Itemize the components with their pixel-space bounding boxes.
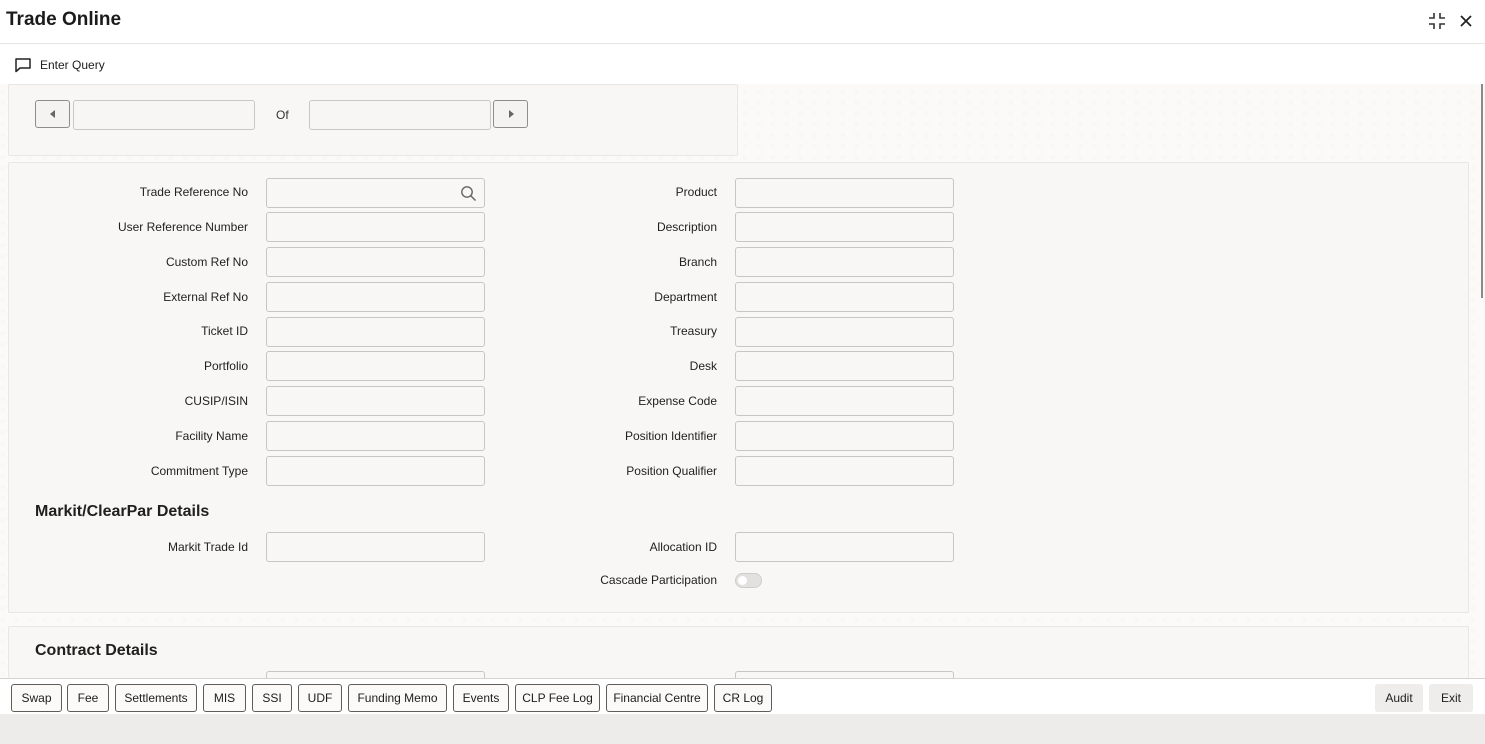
expense-code-label: Expense Code xyxy=(638,394,717,408)
mis-button[interactable]: MIS xyxy=(203,684,246,712)
enter-query-button[interactable]: Enter Query xyxy=(14,55,105,75)
exit-button[interactable]: Exit xyxy=(1429,684,1473,712)
next-record-button[interactable] xyxy=(493,100,528,128)
expense-code-input[interactable] xyxy=(735,386,954,416)
window-title: Trade Online xyxy=(6,9,122,30)
position-qualifier-label: Position Qualifier xyxy=(626,464,717,478)
fee-button[interactable]: Fee xyxy=(67,684,109,712)
external-ref-no-input[interactable] xyxy=(266,282,485,312)
cusip-isin-label: CUSIP/ISIN xyxy=(184,394,248,408)
contract-field-left-partial[interactable] xyxy=(266,671,485,678)
markit-trade-id-label: Markit Trade Id xyxy=(167,540,248,554)
cr-log-button[interactable]: CR Log xyxy=(714,684,772,712)
portfolio-input[interactable] xyxy=(266,351,485,381)
settlements-button[interactable]: Settlements xyxy=(115,684,197,712)
collapse-icon[interactable] xyxy=(1426,10,1448,32)
description-input[interactable] xyxy=(735,212,954,242)
toolbar: Enter Query xyxy=(0,44,1485,84)
current-record-field[interactable] xyxy=(73,100,255,130)
description-label: Description xyxy=(656,220,717,234)
cascade-participation-toggle[interactable] xyxy=(735,573,762,588)
events-button[interactable]: Events xyxy=(453,684,509,712)
branch-input[interactable] xyxy=(735,247,954,277)
position-qualifier-input[interactable] xyxy=(735,456,954,486)
product-label: Product xyxy=(675,185,717,199)
markit-section-title: Markit/ClearPar Details xyxy=(35,503,210,520)
desk-input[interactable] xyxy=(735,351,954,381)
commitment-type-label: Commitment Type xyxy=(150,464,248,478)
trade-reference-no-label: Trade Reference No xyxy=(139,185,248,199)
comment-icon xyxy=(15,58,31,73)
department-input[interactable] xyxy=(735,282,954,312)
audit-button[interactable]: Audit xyxy=(1375,684,1423,712)
facility-name-input[interactable] xyxy=(266,421,485,451)
enter-query-label: Enter Query xyxy=(40,58,105,72)
cusip-isin-input[interactable] xyxy=(266,386,485,416)
contract-section-title: Contract Details xyxy=(35,642,158,659)
portfolio-label: Portfolio xyxy=(203,359,248,373)
commitment-type-input[interactable] xyxy=(266,456,485,486)
ssi-button[interactable]: SSI xyxy=(252,684,292,712)
department-label: Department xyxy=(654,290,717,304)
allocation-id-input[interactable] xyxy=(735,532,954,562)
markit-trade-id-input[interactable] xyxy=(266,532,485,562)
udf-button[interactable]: UDF xyxy=(298,684,342,712)
bottom-button-bar: Swap Fee Settlements MIS SSI UDF Funding… xyxy=(0,678,1485,714)
search-icon[interactable] xyxy=(460,185,477,202)
caret-right-icon xyxy=(508,110,514,118)
custom-ref-no-label: Custom Ref No xyxy=(165,255,248,269)
total-records-field[interactable] xyxy=(309,100,491,130)
position-identifier-input[interactable] xyxy=(735,421,954,451)
financial-centre-button[interactable]: Financial Centre xyxy=(606,684,708,712)
clp-fee-log-button[interactable]: CLP Fee Log xyxy=(515,684,600,712)
of-label: Of xyxy=(276,108,289,122)
treasury-input[interactable] xyxy=(735,317,954,347)
previous-record-button[interactable] xyxy=(35,100,70,128)
position-identifier-label: Position Identifier xyxy=(624,429,717,443)
ticket-id-label: Ticket ID xyxy=(201,324,248,338)
user-reference-number-input[interactable] xyxy=(266,212,485,242)
title-bar: Trade Online xyxy=(0,0,1485,44)
trade-reference-no-input[interactable] xyxy=(266,178,485,208)
facility-name-label: Facility Name xyxy=(175,429,248,443)
branch-label: Branch xyxy=(678,255,717,269)
treasury-label: Treasury xyxy=(670,324,717,338)
ticket-id-input[interactable] xyxy=(266,317,485,347)
external-ref-no-label: External Ref No xyxy=(163,290,248,304)
product-input[interactable] xyxy=(735,178,954,208)
caret-left-icon xyxy=(49,110,55,118)
cascade-participation-label: Cascade Participation xyxy=(600,573,717,587)
vertical-scrollbar[interactable] xyxy=(1481,84,1483,298)
desk-label: Desk xyxy=(689,359,717,373)
footer-strip xyxy=(0,714,1485,744)
close-icon[interactable] xyxy=(1455,10,1477,32)
user-reference-number-label: User Reference Number xyxy=(117,220,248,234)
funding-memo-button[interactable]: Funding Memo xyxy=(348,684,447,712)
contract-field-right-partial[interactable] xyxy=(735,671,954,678)
allocation-id-label: Allocation ID xyxy=(649,540,717,554)
swap-button[interactable]: Swap xyxy=(11,684,62,712)
custom-ref-no-input[interactable] xyxy=(266,247,485,277)
